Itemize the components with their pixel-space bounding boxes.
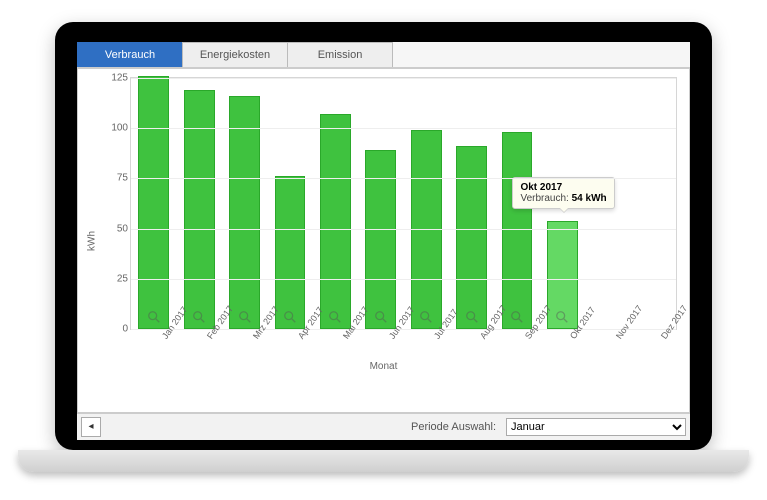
y-tick: 100 xyxy=(110,123,128,134)
y-tick: 125 xyxy=(110,73,128,84)
chart-container: kWh Monat Okt 2017 Verbrauch: 54 kWh Jan… xyxy=(77,68,690,413)
magnifier-icon[interactable] xyxy=(192,310,206,324)
magnifier-icon[interactable] xyxy=(510,310,524,324)
bar-mai-2017[interactable] xyxy=(320,114,351,329)
laptop-base xyxy=(18,450,749,472)
y-tick: 0 xyxy=(110,324,128,335)
magnifier-icon[interactable] xyxy=(238,310,252,324)
footer-bar: ◂ Periode Auswahl: Januar xyxy=(77,413,690,440)
tab-bar: Verbrauch Energiekosten Emission xyxy=(77,42,690,68)
period-label: Periode Auswahl: xyxy=(411,421,496,433)
magnifier-icon[interactable] xyxy=(555,310,569,324)
laptop-mock: Verbrauch Energiekosten Emission kWh Mon… xyxy=(0,0,767,500)
magnifier-icon[interactable] xyxy=(283,310,297,324)
y-tick: 75 xyxy=(110,173,128,184)
magnifier-icon[interactable] xyxy=(328,310,342,324)
chevron-left-icon: ◂ xyxy=(88,422,93,432)
laptop-bezel: Verbrauch Energiekosten Emission kWh Mon… xyxy=(55,22,712,450)
prev-button[interactable]: ◂ xyxy=(81,417,101,437)
magnifier-icon[interactable] xyxy=(147,310,161,324)
tab-energiekosten[interactable]: Energiekosten xyxy=(182,42,288,67)
plot-area: Okt 2017 Verbrauch: 54 kWh Jan 2017Feb 2… xyxy=(130,77,677,330)
magnifier-icon[interactable] xyxy=(465,310,479,324)
app-root: Verbrauch Energiekosten Emission kWh Mon… xyxy=(77,42,690,440)
bar-feb-2017[interactable] xyxy=(184,90,215,329)
screen: Verbrauch Energiekosten Emission kWh Mon… xyxy=(77,42,690,440)
bar-jun-2017[interactable] xyxy=(365,150,396,329)
x-axis-label: Monat xyxy=(78,361,689,372)
bars-layer xyxy=(131,78,676,329)
magnifier-icon[interactable] xyxy=(419,310,433,324)
bar-jul-2017[interactable] xyxy=(411,130,442,329)
bar-apr-2017[interactable] xyxy=(275,176,306,329)
y-tick: 25 xyxy=(110,273,128,284)
bar-mrz-2017[interactable] xyxy=(229,96,260,329)
y-tick: 50 xyxy=(110,223,128,234)
tab-emission[interactable]: Emission xyxy=(287,42,393,67)
period-select[interactable]: Januar xyxy=(506,418,686,436)
bar-sep-2017[interactable] xyxy=(502,132,533,329)
magnifier-icon[interactable] xyxy=(374,310,388,324)
bar-okt-2017[interactable] xyxy=(547,221,578,329)
bar-aug-2017[interactable] xyxy=(456,146,487,329)
bar-jan-2017[interactable] xyxy=(138,76,169,329)
tab-verbrauch[interactable]: Verbrauch xyxy=(77,42,183,67)
y-axis-label: kWh xyxy=(87,231,98,251)
